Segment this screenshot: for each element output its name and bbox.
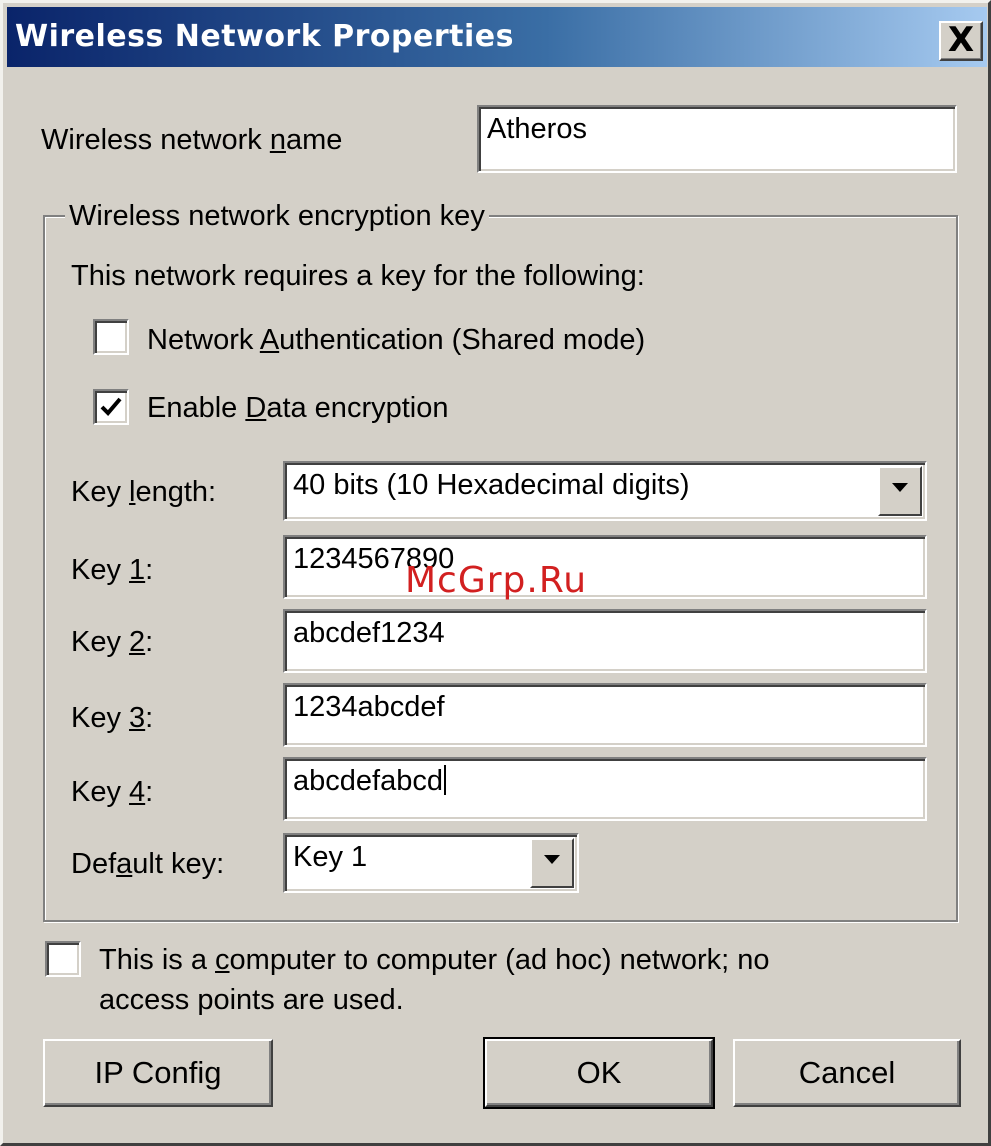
default-key-select[interactable]: Key 1: [283, 833, 579, 893]
adhoc-network-checkbox[interactable]: [45, 941, 81, 977]
key-1-label: Key 1:: [71, 554, 154, 586]
key-requirement-text: This network requires a key for the foll…: [71, 260, 645, 292]
ok-button[interactable]: OK: [483, 1037, 715, 1109]
key-length-label: Key length:: [71, 476, 217, 508]
enable-data-encryption-checkbox[interactable]: [93, 389, 129, 425]
encryption-key-group-title: Wireless network encryption key: [65, 199, 489, 233]
network-authentication-label: Network Authentication (Shared mode): [147, 324, 646, 356]
key-length-select[interactable]: 40 bits (10 Hexadecimal digits): [283, 461, 927, 521]
key-4-label: Key 4:: [71, 776, 154, 808]
adhoc-network-label-line2: access points are used.: [99, 984, 404, 1016]
close-icon: X: [947, 20, 975, 60]
window-title: Wireless Network Properties: [15, 19, 514, 54]
chevron-down-icon: [892, 483, 908, 492]
close-button[interactable]: X: [939, 21, 983, 61]
title-bar[interactable]: Wireless Network Properties X: [7, 7, 987, 67]
default-key-value: Key 1: [293, 841, 368, 873]
text-cursor: [443, 765, 446, 795]
key-2-input[interactable]: abcdef1234: [283, 609, 927, 673]
watermark: McGrp.Ru: [405, 560, 588, 601]
cancel-button[interactable]: Cancel: [733, 1039, 961, 1107]
key-length-dropdown-button[interactable]: [878, 466, 922, 516]
key-3-label: Key 3:: [71, 702, 154, 734]
key-1-input[interactable]: 1234567890: [283, 535, 927, 599]
ip-config-button[interactable]: IP Config: [43, 1039, 273, 1107]
adhoc-network-label-line1: This is a computer to computer (ad hoc) …: [99, 944, 770, 976]
key-2-label: Key 2:: [71, 626, 154, 658]
default-key-dropdown-button[interactable]: [530, 838, 574, 888]
network-name-label: Wireless network name: [41, 124, 343, 156]
enable-data-encryption-label: Enable Data encryption: [147, 392, 449, 424]
network-name-input[interactable]: Atheros: [477, 105, 957, 173]
network-authentication-checkbox[interactable]: [93, 319, 129, 355]
key-3-input[interactable]: 1234abcdef: [283, 683, 927, 747]
checkmark-icon: [100, 397, 122, 416]
key-4-input[interactable]: abcdefabcd: [283, 757, 927, 821]
default-key-label: Default key:: [71, 848, 225, 880]
wireless-network-properties-dialog: Wireless Network Properties X Wireless n…: [0, 0, 991, 1146]
chevron-down-icon: [544, 855, 560, 864]
key-length-value: 40 bits (10 Hexadecimal digits): [293, 469, 690, 501]
